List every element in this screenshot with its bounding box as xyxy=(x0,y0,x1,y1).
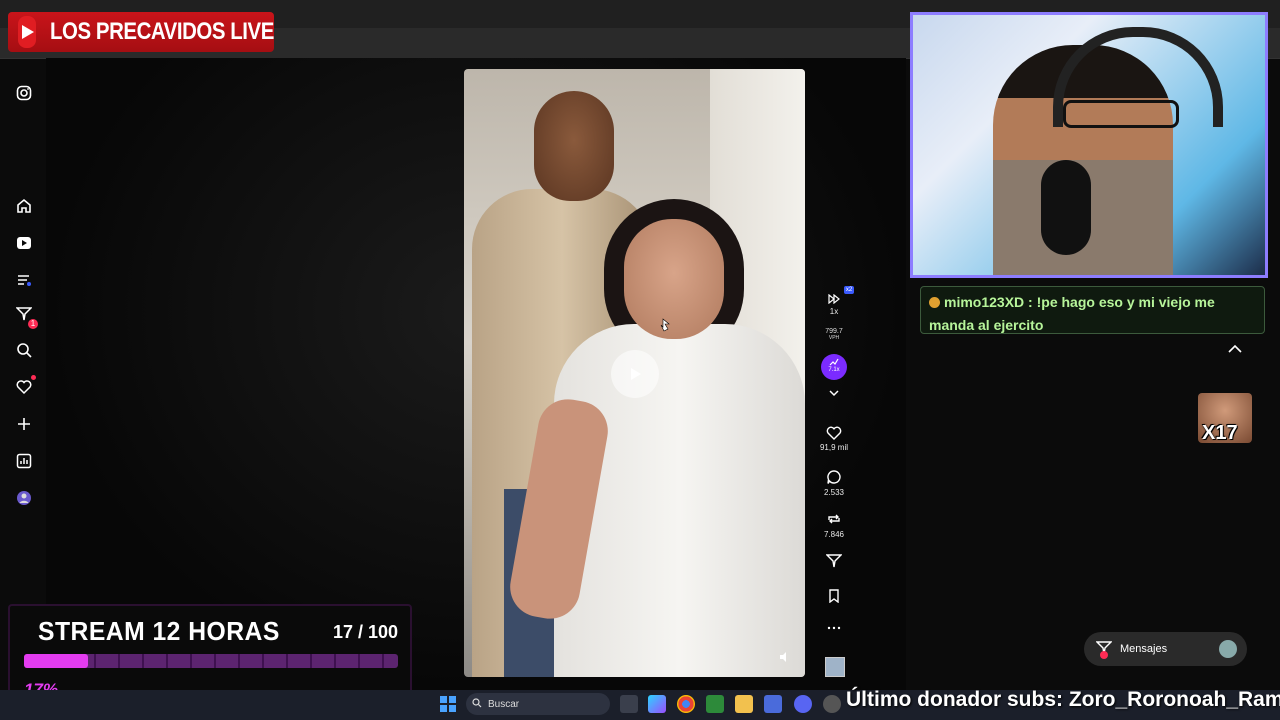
xbox-icon[interactable] xyxy=(706,695,724,713)
instagram-icon[interactable] xyxy=(12,81,36,105)
messages-button[interactable]: Mensajes xyxy=(1084,632,1247,666)
create-icon[interactable] xyxy=(12,412,36,436)
goal-title: STREAM 12 HORAS xyxy=(38,616,280,646)
share-button[interactable] xyxy=(818,554,850,571)
search-icon xyxy=(472,697,482,711)
playback-speed-label: 1x xyxy=(829,307,839,316)
goal-progress-bar xyxy=(24,654,398,668)
reels-icon[interactable] xyxy=(12,231,36,255)
chat-username: mimo123XD xyxy=(944,294,1025,310)
trend-badge[interactable]: 7.1x xyxy=(821,354,847,380)
creator-avatar[interactable] xyxy=(825,657,845,677)
copilot-icon[interactable] xyxy=(648,695,666,713)
file-explorer-icon[interactable] xyxy=(735,695,753,713)
save-button[interactable] xyxy=(818,589,850,606)
analytics-icon[interactable] xyxy=(12,449,36,473)
store-icon[interactable] xyxy=(764,695,782,713)
task-view-icon[interactable] xyxy=(620,695,638,713)
channel-title: LOS PRECAVIDOS LIVE xyxy=(50,18,274,45)
profile-icon[interactable] xyxy=(12,486,36,510)
video-person-woman-head xyxy=(624,219,724,339)
messages-label: Mensajes xyxy=(1120,643,1168,655)
inbox-badge: 1 xyxy=(28,319,38,329)
play-button[interactable] xyxy=(611,350,659,398)
windows-start-icon[interactable] xyxy=(440,696,456,712)
x17-label: X17 xyxy=(1202,422,1238,444)
repost-count: 7.846 xyxy=(823,530,845,539)
comment-button[interactable]: 2.533 xyxy=(818,469,850,497)
youtube-logo-icon xyxy=(18,16,36,48)
app-icon[interactable] xyxy=(823,695,841,713)
notification-dot xyxy=(31,375,36,380)
taskbar-search[interactable]: Buscar xyxy=(466,693,610,715)
messages-avatar xyxy=(1219,640,1237,658)
mouse-cursor-icon xyxy=(660,318,670,332)
search-icon[interactable] xyxy=(12,338,36,362)
notifications-icon[interactable] xyxy=(12,375,36,399)
playback-speed-button[interactable]: 1x xyxy=(818,294,850,316)
messages-badge xyxy=(1100,651,1108,659)
chat-message: mimo123XD : !pe hago eso y mi viejo me m… xyxy=(920,286,1265,334)
trend-value: 7.1x xyxy=(828,367,840,373)
like-count: 91,9 mil xyxy=(819,443,848,452)
speed-badge: x2 xyxy=(844,286,854,294)
chevron-up-icon[interactable] xyxy=(1217,334,1253,364)
webcam-glasses xyxy=(1063,100,1179,128)
chrome-icon[interactable] xyxy=(677,695,695,713)
like-button[interactable]: 91,9 mil xyxy=(818,426,850,452)
stream-brand-banner: LOS PRECAVIDOS LIVE xyxy=(8,12,274,52)
video-person-man-head xyxy=(534,91,614,201)
playlist-icon[interactable] xyxy=(12,268,36,292)
chat-avatar-icon xyxy=(929,297,940,308)
goal-count: 17 / 100 xyxy=(332,622,398,642)
messages-icon xyxy=(1095,641,1113,659)
donor-ticker: Último donador subs: Zoro_Roronoah_Ramos xyxy=(846,688,1280,711)
home-icon[interactable] xyxy=(12,194,36,218)
x17-overlay: X17 xyxy=(1198,393,1252,444)
vph-value: 799.7 xyxy=(825,328,843,335)
vph-stat: 799.7 VPH xyxy=(818,328,850,342)
taskbar-search-placeholder: Buscar xyxy=(488,698,520,710)
more-options-icon[interactable] xyxy=(818,626,850,633)
webcam-microphone xyxy=(1041,160,1091,255)
webcam-overlay xyxy=(910,12,1268,278)
repost-button[interactable]: 7.846 xyxy=(818,511,850,539)
volume-icon[interactable] xyxy=(779,650,791,662)
goal-progress-fill xyxy=(24,654,88,668)
discord-icon[interactable] xyxy=(794,695,812,713)
next-video-button[interactable] xyxy=(818,388,850,401)
vph-label: VPH xyxy=(828,335,840,341)
comment-count: 2.533 xyxy=(823,488,845,497)
inbox-icon[interactable]: 1 xyxy=(12,302,38,329)
